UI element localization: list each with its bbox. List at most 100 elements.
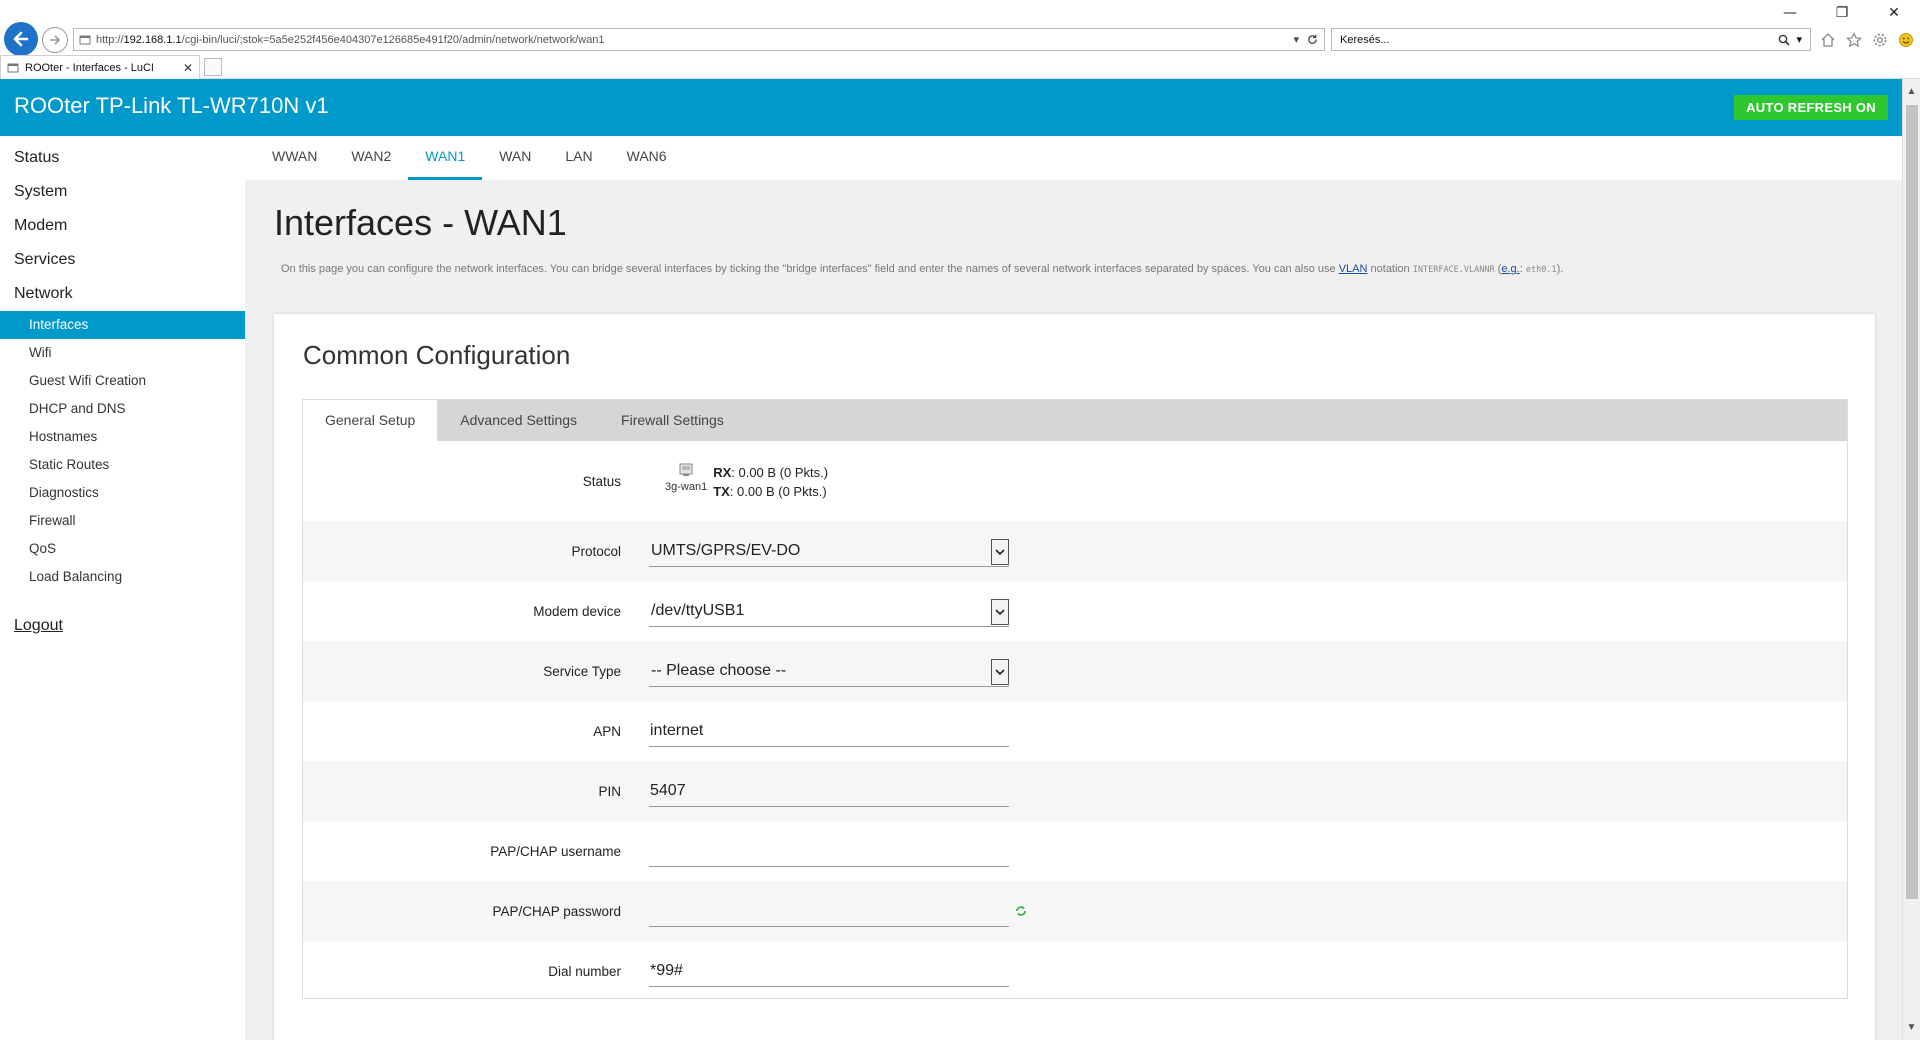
pin-input[interactable] — [649, 775, 1009, 807]
reveal-password-icon[interactable] — [1015, 905, 1027, 917]
page-header: ROOter TP-Link TL-WR710N v1 AUTO REFRESH… — [0, 79, 1902, 136]
password-input[interactable] — [649, 895, 1009, 927]
tab-general-setup[interactable]: General Setup — [303, 400, 439, 441]
username-label: PAP/CHAP username — [490, 843, 621, 859]
main-content: WWAN WAN2 WAN1 WAN LAN WAN6 Interfaces -… — [245, 136, 1902, 1040]
star-icon[interactable] — [1846, 31, 1862, 48]
password-row: PAP/CHAP password — [303, 881, 1847, 941]
page-icon — [79, 35, 91, 44]
sidebar-item-firewall[interactable]: Firewall — [0, 507, 245, 535]
back-button[interactable] — [4, 22, 38, 56]
scroll-up-icon[interactable]: ▲ — [1903, 83, 1920, 100]
config-tabs: General Setup Advanced Settings Firewall… — [303, 400, 1847, 441]
card-title: Common Configuration — [303, 340, 571, 370]
dial-number-row: Dial number — [303, 941, 1847, 1001]
browser-chrome: — ❐ ✕ http://192.168.1.1/cgi-bin/luci/;s… — [0, 0, 1920, 79]
window-controls: — ❐ ✕ — [1764, 0, 1920, 26]
browser-search-input[interactable]: Keresés... ▾ — [1331, 28, 1811, 51]
sidebar-item-modem[interactable]: Modem — [0, 209, 245, 243]
protocol-label: Protocol — [571, 543, 621, 559]
sidebar-item-dhcp-dns[interactable]: DHCP and DNS — [0, 395, 245, 423]
url-text: http://192.168.1.1/cgi-bin/luci/;stok=5a… — [96, 33, 605, 46]
browser-tab[interactable]: ROOter - Interfaces - LuCI ✕ — [0, 55, 200, 79]
tab-advanced-settings[interactable]: Advanced Settings — [438, 400, 599, 441]
pin-label: PIN — [598, 783, 621, 799]
sidebar-item-interfaces[interactable]: Interfaces — [0, 311, 245, 339]
tab-favicon-icon — [7, 63, 19, 72]
sidebar-item-static-routes[interactable]: Static Routes — [0, 451, 245, 479]
browser-tab-strip: ROOter - Interfaces - LuCI ✕ — [0, 55, 222, 79]
pin-row: PIN — [303, 761, 1847, 821]
config-panel: General Setup Advanced Settings Firewall… — [302, 399, 1848, 999]
minimize-button[interactable]: — — [1764, 0, 1816, 26]
sidebar-item-hostnames[interactable]: Hostnames — [0, 423, 245, 451]
tx-value: : 0.00 B (0 Pkts.) — [729, 484, 827, 499]
page-scrollbar[interactable]: ▲ ▼ — [1902, 79, 1920, 1040]
chevron-down-icon — [995, 668, 1005, 675]
tab-firewall-settings[interactable]: Firewall Settings — [599, 400, 746, 441]
sidebar-item-system[interactable]: System — [0, 175, 245, 209]
sidebar-item-load-balancing[interactable]: Load Balancing — [0, 563, 245, 591]
scrollbar-thumb[interactable] — [1906, 105, 1918, 899]
sidebar-item-qos[interactable]: QoS — [0, 535, 245, 563]
brand-title[interactable]: ROOter TP-Link TL-WR710N v1 — [14, 93, 329, 119]
username-row: PAP/CHAP username — [303, 821, 1847, 881]
sidebar-item-network[interactable]: Network — [0, 277, 245, 311]
scroll-down-icon[interactable]: ▼ — [1903, 1019, 1920, 1036]
chevron-down-icon — [995, 548, 1005, 555]
sidebar-item-services[interactable]: Services — [0, 243, 245, 277]
password-label: PAP/CHAP password — [492, 903, 621, 919]
modem-device-select[interactable]: /dev/ttyUSB1 — [649, 596, 1009, 627]
browser-tab-title: ROOter - Interfaces - LuCI — [25, 61, 154, 74]
tab-lan[interactable]: LAN — [548, 136, 609, 180]
address-bar[interactable]: http://192.168.1.1/cgi-bin/luci/;stok=5a… — [73, 28, 1325, 51]
page-description: On this page you can configure the netwo… — [281, 263, 1564, 275]
rx-value: : 0.00 B (0 Pkts.) — [731, 465, 829, 480]
network-device-icon — [679, 463, 693, 476]
page-title: Interfaces - WAN1 — [274, 202, 567, 243]
service-type-row: Service Type -- Please choose -- — [303, 641, 1847, 701]
service-type-label: Service Type — [543, 663, 621, 679]
auto-refresh-button[interactable]: AUTO REFRESH ON — [1734, 95, 1888, 120]
smiley-icon[interactable] — [1898, 32, 1914, 48]
eg-link[interactable]: e.g. — [1501, 263, 1519, 275]
home-icon[interactable] — [1820, 32, 1836, 48]
tab-wan6[interactable]: WAN6 — [610, 136, 684, 180]
tab-wwan[interactable]: WWAN — [255, 136, 334, 180]
vlan-link[interactable]: VLAN — [1339, 263, 1368, 275]
search-icon[interactable] — [1778, 34, 1791, 46]
url-dropdown-icon[interactable]: ▾ — [1293, 33, 1299, 46]
forward-button[interactable] — [42, 27, 68, 53]
close-window-button[interactable]: ✕ — [1868, 0, 1920, 26]
close-tab-icon[interactable]: ✕ — [183, 61, 193, 75]
browser-toolbar-icons — [1820, 28, 1914, 51]
modem-device-row: Modem device /dev/ttyUSB1 — [303, 581, 1847, 641]
tab-wan2[interactable]: WAN2 — [334, 136, 408, 180]
sidebar-item-guest-wifi[interactable]: Guest Wifi Creation — [0, 367, 245, 395]
sidebar-item-status[interactable]: Status — [0, 141, 245, 175]
gear-icon[interactable] — [1872, 32, 1888, 48]
apn-label: APN — [593, 723, 621, 739]
status-row: Status 3g-wan1 RX: 0.00 B (0 Pkts.) TX: … — [303, 441, 1847, 521]
restore-button[interactable]: ❐ — [1816, 0, 1868, 26]
back-arrow-icon — [13, 31, 29, 47]
status-label: Status — [582, 473, 621, 489]
apn-row: APN — [303, 701, 1847, 761]
refresh-icon[interactable] — [1307, 34, 1318, 45]
sidebar-item-diagnostics[interactable]: Diagnostics — [0, 479, 245, 507]
dial-number-label: Dial number — [548, 963, 621, 979]
status-device-name: 3g-wan1 — [665, 481, 708, 493]
dial-number-input[interactable] — [649, 955, 1009, 987]
tab-wan1[interactable]: WAN1 — [408, 136, 483, 180]
username-input[interactable] — [649, 835, 1009, 867]
logout-link[interactable]: Logout — [0, 617, 245, 635]
new-tab-button[interactable] — [204, 58, 222, 76]
protocol-select[interactable]: UMTS/GPRS/EV-DO — [649, 536, 1009, 567]
interface-tabs: WWAN WAN2 WAN1 WAN LAN WAN6 — [245, 136, 1902, 180]
tab-wan[interactable]: WAN — [482, 136, 548, 180]
apn-input[interactable] — [649, 715, 1009, 747]
service-type-select[interactable]: -- Please choose -- — [649, 656, 1009, 687]
search-dropdown-icon[interactable]: ▾ — [1796, 33, 1802, 46]
sidebar-item-wifi[interactable]: Wifi — [0, 339, 245, 367]
forward-arrow-icon — [50, 35, 61, 45]
